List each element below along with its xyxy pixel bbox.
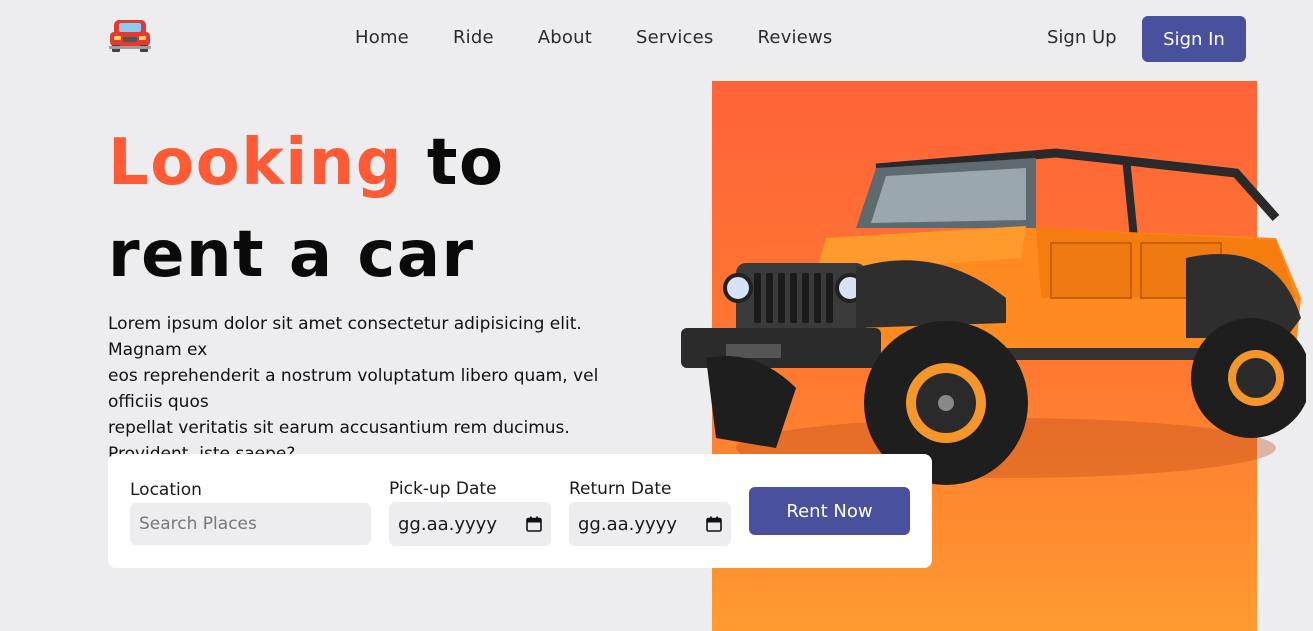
hero-title-rest: to	[426, 126, 505, 200]
pickup-date-input[interactable]: gg.aa.yyyy	[389, 502, 551, 546]
nav-services[interactable]: Services	[636, 27, 714, 48]
return-date-input[interactable]: gg.aa.yyyy	[569, 502, 731, 546]
hero-title-line-1: Looking to	[108, 126, 504, 200]
return-date-value: gg.aa.yyyy	[578, 513, 677, 535]
hero-description: Lorem ipsum dolor sit amet consectetur a…	[108, 311, 648, 457]
booking-form: Location Pick-up Date gg.aa.yyyy Return …	[108, 454, 932, 568]
sign-up-button[interactable]: Sign Up	[1047, 27, 1117, 48]
desc-line: Magnam ex	[108, 340, 208, 360]
location-search-input[interactable]	[130, 503, 371, 545]
calendar-icon[interactable]	[526, 516, 542, 532]
nav-reviews[interactable]: Reviews	[758, 27, 833, 48]
return-date-label: Return Date	[569, 479, 672, 499]
location-label: Location	[130, 480, 202, 500]
rent-now-button[interactable]: Rent Now	[749, 487, 910, 535]
desc-line: eos reprehenderit a nostrum voluptatum l…	[108, 366, 599, 386]
pickup-date-value: gg.aa.yyyy	[398, 513, 497, 535]
hero-title-accent: Looking	[108, 126, 404, 200]
desc-line: officiis quos	[108, 392, 209, 412]
jeep-image	[681, 148, 1306, 485]
nav-about[interactable]: About	[538, 27, 592, 48]
pickup-date-label: Pick-up Date	[389, 479, 497, 499]
nav-ride[interactable]: Ride	[453, 27, 494, 48]
desc-line: Lorem ipsum dolor sit amet consectetur a…	[108, 314, 582, 334]
desc-line: repellat veritatis sit earum accusantium…	[108, 418, 570, 438]
red-car-logo-icon[interactable]	[108, 16, 152, 54]
nav-home[interactable]: Home	[355, 27, 409, 48]
main-nav: Home Ride About Services Reviews	[355, 27, 877, 48]
sign-in-button[interactable]: Sign In	[1142, 16, 1246, 62]
calendar-icon[interactable]	[706, 516, 722, 532]
hero-title-line-2: rent a car	[108, 218, 475, 292]
